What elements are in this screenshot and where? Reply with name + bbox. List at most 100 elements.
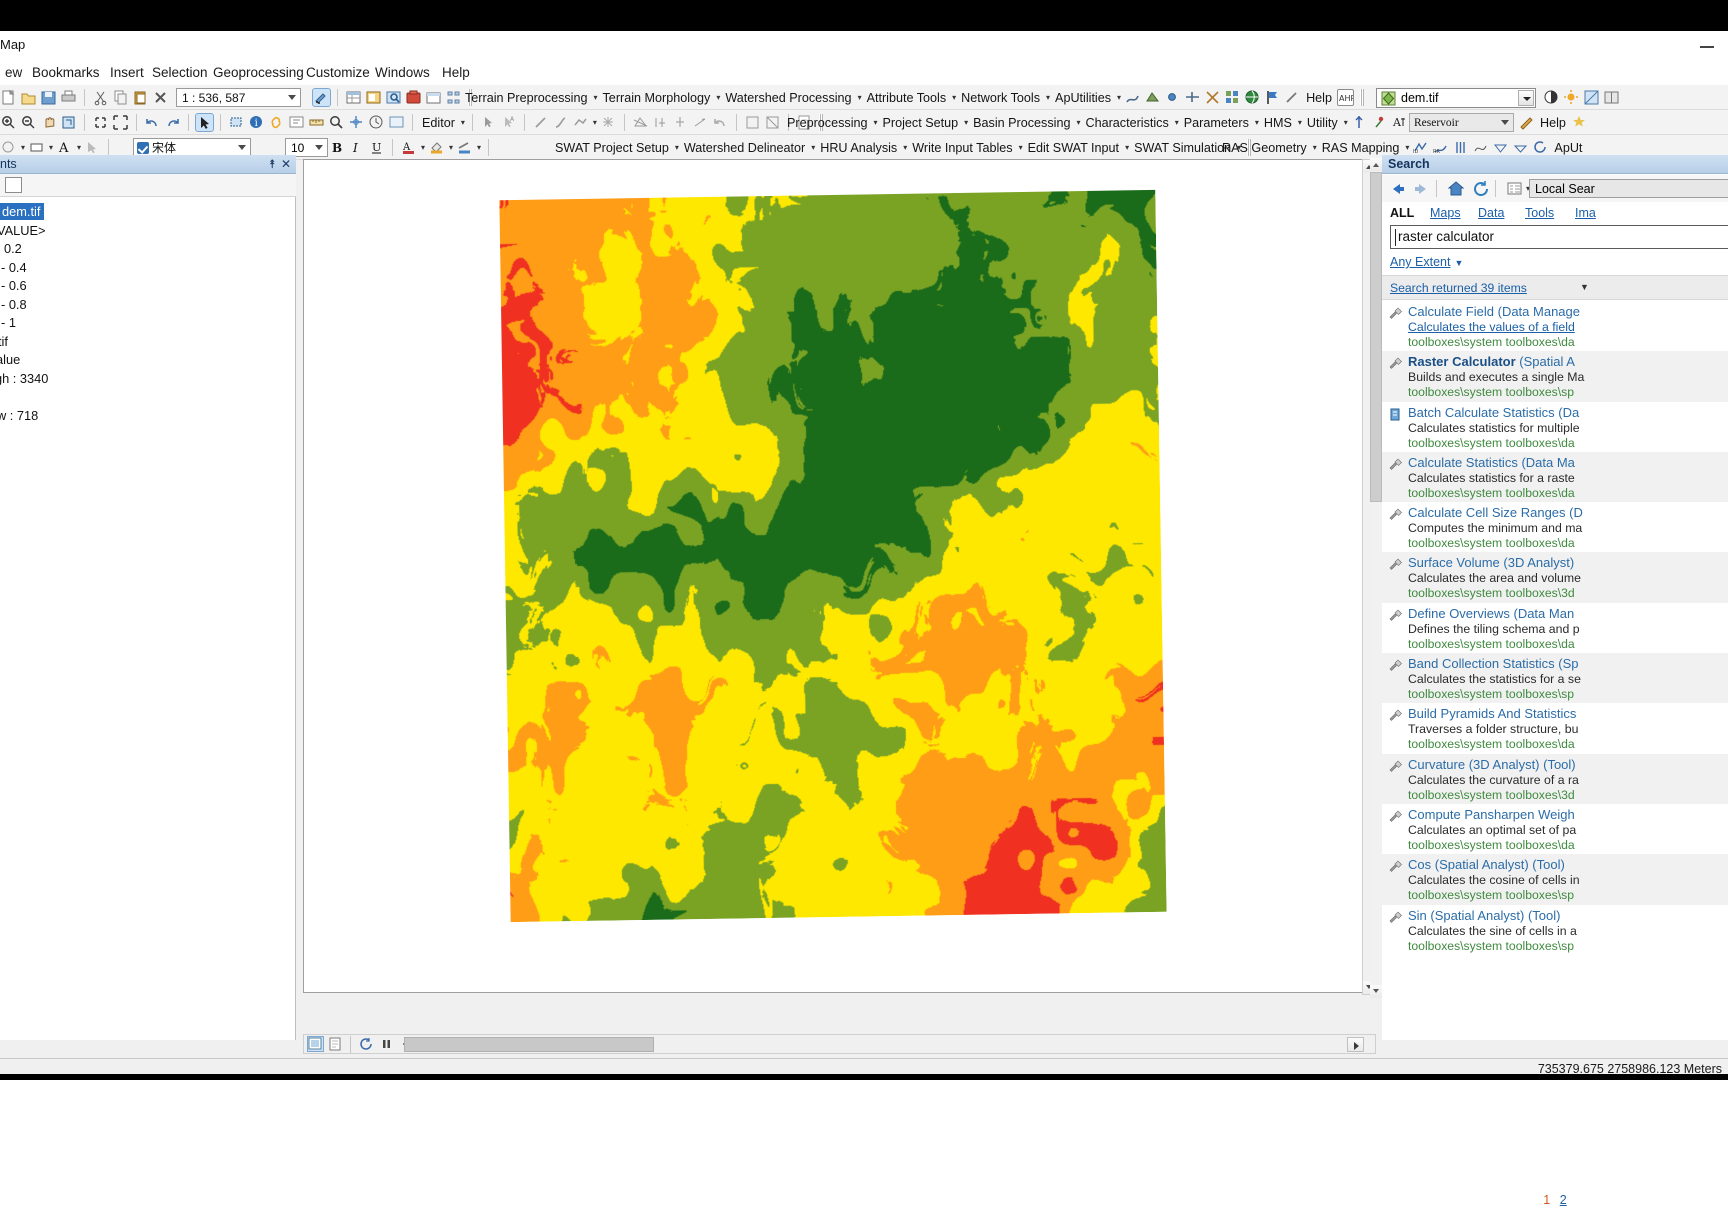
hyperlink-icon[interactable] [268,114,285,131]
menu-item-geoprocessing[interactable]: Geoprocessing [208,63,309,82]
toc-row[interactable]: tif [0,333,296,352]
search-result-title[interactable]: Sin (Spatial Analyst) (Tool) [1408,908,1728,923]
font-color-icon[interactable]: A [400,139,417,156]
chevron-down-icon[interactable] [1518,90,1534,106]
bank-lines-icon[interactable] [1492,139,1509,156]
toolbar-utility[interactable]: Utility [1305,115,1340,131]
model-builder-icon[interactable] [445,89,462,106]
search-result-item[interactable]: Compute Pansharpen Weigh Calculates an op… [1382,804,1728,854]
chevron-down-icon[interactable]: ▾ [1175,118,1179,127]
label-icon[interactable]: A [1391,114,1408,131]
catalog-window-icon[interactable] [365,89,382,106]
toolbar-ras-trailing[interactable]: ApUt [1552,140,1584,156]
chevron-down-icon[interactable]: ▾ [1019,143,1023,152]
arctoolbox-icon[interactable] [405,89,422,106]
chevron-down-icon[interactable]: ▾ [1344,118,1348,127]
chevron-down-icon[interactable]: ▾ [421,143,425,152]
fixed-zoom-out-icon[interactable] [112,114,129,131]
italic-icon[interactable]: I [348,139,365,156]
cut-icon[interactable] [92,89,109,106]
search-result-title[interactable]: Surface Volume (3D Analyst) [1408,555,1728,570]
toolbar-write-input-tables[interactable]: Write Input Tables [910,140,1014,156]
scroll-down-icon[interactable] [1370,985,1382,998]
search-result-title[interactable]: Calculate Field (Data Manage [1408,304,1728,319]
chevron-down-icon[interactable]: ▾ [461,118,465,127]
toolbar-basin-processing[interactable]: Basin Processing [971,115,1072,131]
rectangle-icon[interactable] [28,139,45,156]
toc-row[interactable]: VALUE> [0,222,296,241]
pin-icon[interactable]: ⯭ [269,157,276,172]
list-options-icon[interactable] [1505,179,1525,199]
basin-merge-icon[interactable] [1351,114,1368,131]
paste-icon[interactable] [132,89,149,106]
toolbar-network-tools[interactable]: Network Tools [959,90,1042,106]
search-result-item[interactable]: Cos (Spatial Analyst) (Tool) Calculates t… [1382,854,1728,905]
search-result-title[interactable]: Compute Pansharpen Weigh [1408,807,1728,822]
scrollbar-thumb[interactable] [1370,172,1382,502]
toc-row[interactable]: alue [0,351,296,370]
layer-combo[interactable]: dem.tif [1376,88,1536,108]
table-of-contents-icon[interactable] [345,89,362,106]
pause-drawing-button[interactable] [378,1036,395,1052]
toc-row[interactable]: 0.2 [0,240,296,259]
search-result-title[interactable]: Calculate Cell Size Ranges (D [1408,505,1728,520]
go-forward-extent-icon[interactable] [164,114,181,131]
line-color-icon[interactable] [456,139,473,156]
toolbar-characteristics[interactable]: Characteristics [1083,115,1170,131]
search-result-title[interactable]: Build Pyramids And Statistics [1408,706,1728,721]
toolbar-watershed-delineator[interactable]: Watershed Delineator [682,140,807,156]
search-tab-maps[interactable]: Maps [1430,206,1461,220]
print-icon[interactable] [60,89,77,106]
flowpath-icon[interactable] [1472,139,1489,156]
search-tab-data[interactable]: Data [1478,206,1504,220]
toolbar-editor-menu[interactable]: Editor [420,115,457,131]
menu-item-insert[interactable]: Insert [105,63,149,82]
chevron-down-icon[interactable]: ▾ [952,93,956,102]
toolbar-parameters[interactable]: Parameters [1182,115,1251,131]
watershed-polygon-icon[interactable] [1144,89,1161,106]
toolbar-hec-help[interactable]: Help [1538,115,1568,131]
toolbar-hru-analysis[interactable]: HRU Analysis [818,140,899,156]
search-result-item[interactable]: Calculate Field (Data Manage Calculates t… [1382,301,1728,351]
brightness-icon[interactable] [1563,89,1580,106]
select-elements-icon[interactable] [195,113,214,132]
chevron-down-icon[interactable]: ▾ [49,143,53,152]
delete-icon[interactable] [152,89,169,106]
search-result-item[interactable]: Batch Calculate Statistics (Da Calculates… [1382,402,1728,452]
new-icon[interactable] [0,89,17,106]
search-result-title[interactable]: Calculate Statistics (Data Ma [1408,455,1728,470]
chevron-down-icon[interactable]: ▾ [477,143,481,152]
search-window-icon[interactable] [385,89,402,106]
swipe-icon[interactable] [1603,89,1620,106]
cut-polygons-icon[interactable] [632,114,649,131]
list-by-drawing-order-icon[interactable] [5,177,22,193]
straight-segment-icon[interactable] [532,114,549,131]
toolbar-attribute-tools[interactable]: Attribute Tools [865,90,949,106]
python-window-icon[interactable] [425,89,442,106]
attributes-icon[interactable] [692,114,709,131]
toolbar-swat-simulation[interactable]: SWAT Simulation [1132,140,1233,156]
stations-icon[interactable] [1452,139,1469,156]
contrast-icon[interactable] [1543,89,1560,106]
toolbar-project-setup[interactable]: Project Setup [881,115,961,131]
search-result-title[interactable]: Batch Calculate Statistics (Da [1408,405,1728,420]
fill-color-icon[interactable] [428,139,445,156]
search-result-title[interactable]: Curvature (3D Analyst) (Tool) [1408,757,1728,772]
chevron-down-icon[interactable]: ▾ [21,143,25,152]
refresh-icon[interactable] [1471,179,1491,199]
search-tab-ima[interactable]: Ima [1575,206,1596,220]
zoom-in-icon[interactable] [0,114,17,131]
snap-icon[interactable] [1204,89,1221,106]
chevron-down-icon[interactable]: ▾ [874,118,878,127]
chevron-down-icon[interactable]: ▾ [964,118,968,127]
midpoint-icon[interactable] [600,114,617,131]
search-input[interactable]: raster calculator [1390,225,1728,249]
chevron-down-icon[interactable]: ▾ [1076,118,1080,127]
toolbar-hms[interactable]: HMS [1262,115,1294,131]
cross-section-icon[interactable]: ID [1412,139,1429,156]
chevron-down-icon[interactable] [315,145,323,150]
menu-item-bookmarks[interactable]: Bookmarks [27,63,105,82]
close-icon[interactable]: ✕ [281,157,291,171]
toolbar-aputilities[interactable]: ApUtilities [1053,90,1113,106]
search-result-item[interactable]: Calculate Cell Size Ranges (D Computes th… [1382,502,1728,552]
